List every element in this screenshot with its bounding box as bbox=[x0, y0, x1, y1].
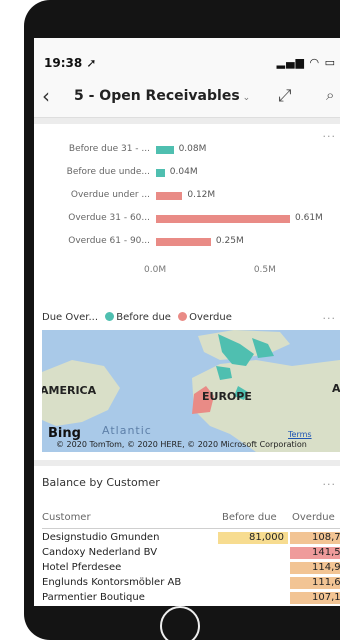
cell-overdue: 108,7 bbox=[290, 532, 340, 544]
expand-icon[interactable]: ⤢ bbox=[278, 86, 292, 106]
cell-customer: Candoxy Nederland BV bbox=[42, 547, 158, 558]
table-row[interactable]: Designstudio Gmunden 81,000 108,7 bbox=[34, 532, 340, 544]
bar-value-label: 0.12M bbox=[187, 190, 216, 200]
bing-logo: Bing bbox=[48, 426, 81, 441]
legend-label-before-due: Before due bbox=[116, 312, 171, 323]
report-title[interactable]: 5 - Open Receivables ⌄ bbox=[74, 88, 250, 104]
table-row[interactable]: Candoxy Nederland BV 141,5 bbox=[34, 547, 340, 559]
map-label-america: AMERICA bbox=[42, 384, 97, 397]
cell-overdue: 111,6 bbox=[290, 577, 340, 589]
map-legend: Due Over... Before due Overdue bbox=[42, 312, 232, 323]
table-card[interactable]: Balance by Customer ··· Customer Before … bbox=[34, 466, 340, 606]
map-label-a: A bbox=[332, 382, 340, 395]
more-options-icon[interactable]: ··· bbox=[323, 312, 337, 325]
bar-category-label: Before due unde... bbox=[66, 167, 150, 177]
home-button[interactable] bbox=[160, 606, 200, 640]
legend-title: Due Over... bbox=[42, 312, 99, 323]
legend-dot-overdue bbox=[178, 312, 188, 321]
bar-category-label: Overdue 61 - 90... bbox=[68, 236, 150, 246]
report-title-text: 5 - Open Receivables bbox=[74, 88, 240, 104]
bar[interactable] bbox=[156, 146, 174, 154]
cell-before-due bbox=[218, 577, 288, 589]
bar-value-label: 0.61M bbox=[295, 213, 323, 223]
cell-customer: Designstudio Gmunden bbox=[42, 532, 160, 543]
bar[interactable] bbox=[156, 238, 211, 246]
table-row[interactable]: Hotel Pferdesee 114,9 bbox=[34, 562, 340, 574]
bar[interactable] bbox=[156, 192, 183, 200]
cell-before-due: 81,000 bbox=[218, 532, 288, 544]
bar-category-label: Before due 31 - ... bbox=[68, 144, 150, 154]
chevron-down-icon[interactable]: ⌄ bbox=[243, 93, 251, 103]
cell-customer: Hotel Pferdesee bbox=[42, 562, 122, 573]
bar-category-label: Overdue 31 - 60... bbox=[68, 213, 150, 223]
bar[interactable] bbox=[156, 169, 165, 177]
map-label-europe: EUROPE bbox=[202, 390, 252, 403]
cell-overdue: 141,5 bbox=[290, 547, 340, 559]
map-label-atlantic: Atlantic bbox=[102, 424, 152, 437]
column-header-overdue[interactable]: Overdue bbox=[292, 512, 335, 523]
x-axis-tick-label: 0.5M bbox=[253, 265, 276, 275]
table-title: Balance by Customer bbox=[42, 476, 160, 489]
legend-dot-before-due bbox=[105, 312, 115, 321]
bar-value-label: 0.08M bbox=[178, 144, 207, 154]
bar-value-label: 0.04M bbox=[169, 167, 198, 177]
table-header-divider bbox=[42, 528, 340, 529]
bar[interactable] bbox=[156, 215, 290, 223]
bar-chart-card[interactable]: ··· Before due 31 - ... 0.08M Before due u… bbox=[34, 124, 340, 322]
bar-value-label: 0.25M bbox=[215, 236, 244, 246]
app-screen: 19:38 ➚ ▂▄▆ ◠ ▭ ‹ 5 - Open Receivables ⌄ … bbox=[34, 38, 340, 606]
map-card[interactable]: ··· Due Over... Before due Overdue AMERI… bbox=[34, 306, 340, 460]
x-axis-tick-label: 0.0M bbox=[144, 265, 167, 275]
back-icon[interactable]: ‹ bbox=[42, 84, 50, 108]
more-options-icon[interactable]: ··· bbox=[323, 130, 337, 143]
status-bar: 19:38 ➚ ▂▄▆ ◠ ▭ bbox=[34, 38, 340, 78]
cell-customer: Englunds Kontorsmöbler AB bbox=[42, 577, 182, 588]
terms-link[interactable]: Terms bbox=[288, 430, 312, 439]
map-copyright: © 2020 TomTom, © 2020 HERE, © 2020 Micro… bbox=[56, 440, 307, 449]
map-view[interactable]: AMERICA EUROPE A Atlantic Bing Terms © 2… bbox=[42, 330, 340, 452]
cell-before-due bbox=[218, 592, 288, 604]
search-icon[interactable]: ⌕ bbox=[326, 86, 334, 104]
cell-before-due bbox=[218, 547, 288, 559]
report-header: ‹ 5 - Open Receivables ⌄ ⤢ ⌕ bbox=[34, 78, 340, 118]
cell-overdue: 114,9 bbox=[290, 562, 340, 574]
table-row[interactable]: Englunds Kontorsmöbler AB 111,6 bbox=[34, 577, 340, 589]
bar-category-label: Overdue under ... bbox=[70, 190, 150, 200]
column-header-before-due[interactable]: Before due bbox=[222, 512, 277, 523]
cell-before-due bbox=[218, 562, 288, 574]
table-row[interactable]: Parmentier Boutique 107,1 bbox=[34, 592, 340, 604]
cell-overdue: 107,1 bbox=[290, 592, 340, 604]
legend-label-overdue: Overdue bbox=[189, 312, 232, 323]
column-header-customer[interactable]: Customer bbox=[42, 512, 91, 523]
more-options-icon[interactable]: ··· bbox=[323, 478, 337, 491]
cell-customer: Parmentier Boutique bbox=[42, 592, 145, 603]
status-time: 19:38 ➚ bbox=[44, 56, 97, 70]
status-icons: ▂▄▆ ◠ ▭ bbox=[276, 56, 336, 69]
